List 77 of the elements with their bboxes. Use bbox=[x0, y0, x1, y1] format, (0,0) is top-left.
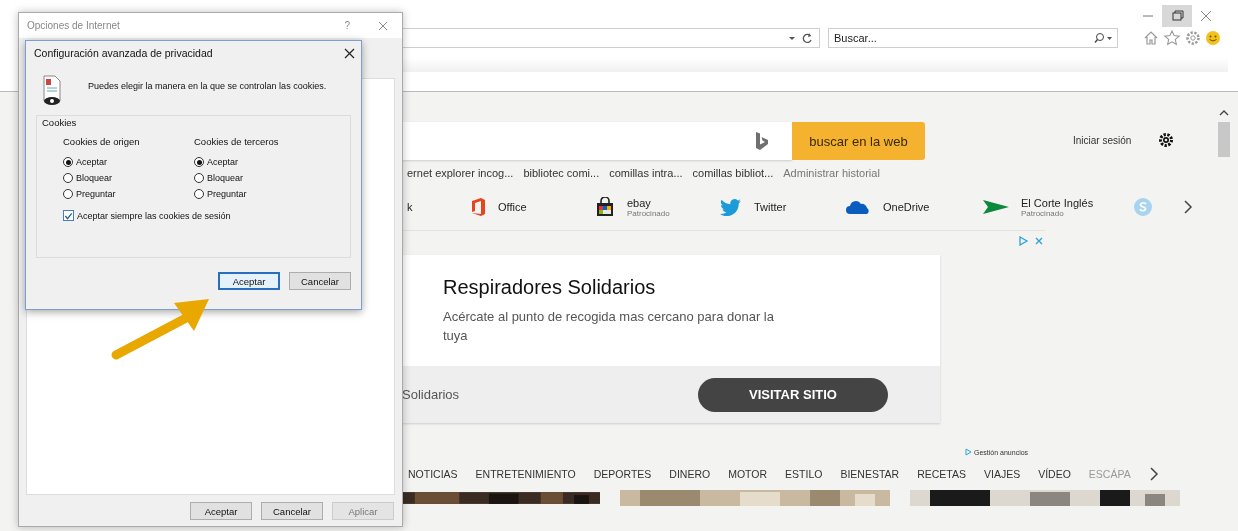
radio-button[interactable] bbox=[194, 189, 204, 199]
bird-icon[interactable] bbox=[720, 198, 742, 216]
radio-label[interactable]: Preguntar bbox=[207, 189, 247, 199]
radio-label[interactable]: Aceptar bbox=[76, 157, 108, 167]
cloud-icon[interactable] bbox=[845, 199, 871, 215]
radio-button[interactable] bbox=[63, 173, 73, 183]
search-field[interactable]: Buscar... bbox=[828, 28, 1118, 48]
ad-title: Respiradores Solidarios bbox=[443, 276, 657, 299]
privacy-document-icon bbox=[40, 75, 64, 107]
home-icon[interactable] bbox=[1142, 29, 1160, 47]
radio-button[interactable] bbox=[194, 157, 204, 167]
dialog-button[interactable]: Aceptar bbox=[218, 272, 280, 290]
history-link[interactable]: ernet explorer incog... bbox=[407, 167, 514, 179]
sponsored-label: Patrocinado bbox=[627, 208, 670, 218]
ad-choices-icon bbox=[965, 448, 972, 456]
search-icon[interactable] bbox=[1093, 32, 1113, 44]
category-tab[interactable]: VÍDEO bbox=[1038, 468, 1071, 480]
sign-in-link[interactable]: Iniciar sesión bbox=[1073, 134, 1132, 146]
office-icon[interactable] bbox=[470, 197, 486, 217]
bing-logo-icon bbox=[754, 131, 770, 151]
sponsored-label: Patrocinado bbox=[1021, 208, 1064, 218]
history-link[interactable]: bibliotec comi... bbox=[523, 167, 600, 179]
history-link[interactable]: comillas bibliot... bbox=[692, 167, 774, 179]
smiley-icon[interactable] bbox=[1205, 30, 1221, 46]
close-icon[interactable] bbox=[344, 47, 355, 59]
ad-text: Acércate al punto de recogida mas cercano para donar la tuya bbox=[443, 308, 775, 345]
category-tab[interactable]: ESTILO bbox=[785, 468, 823, 480]
quick-link[interactable]: Office bbox=[498, 201, 527, 213]
history-link[interactable]: Administrar historial bbox=[783, 167, 880, 179]
group-label: Cookies bbox=[42, 117, 77, 128]
checkbox-label[interactable]: Aceptar siempre las cookies de sesión bbox=[77, 210, 231, 221]
quick-link[interactable]: Twitter bbox=[754, 201, 787, 213]
category-tab[interactable]: VIAJES bbox=[984, 468, 1021, 480]
dialog-button[interactable]: Cancelar bbox=[261, 502, 323, 520]
radio-button[interactable] bbox=[63, 189, 73, 199]
ad-source: Solidarios bbox=[402, 387, 461, 402]
quick-link[interactable]: ebay bbox=[627, 196, 670, 209]
category-tab[interactable]: BIENESTAR bbox=[840, 468, 900, 480]
help-button[interactable]: ? bbox=[344, 20, 350, 31]
settings-icon[interactable] bbox=[1157, 131, 1176, 149]
checkbox[interactable] bbox=[63, 210, 74, 221]
column-heading: Cookies de origen bbox=[63, 136, 141, 147]
chevron-right-icon[interactable] bbox=[1148, 467, 1159, 481]
category-tab[interactable]: NOTICIAS bbox=[408, 468, 458, 480]
ad-choices-icon[interactable] bbox=[1019, 236, 1045, 246]
star-icon[interactable] bbox=[1163, 29, 1181, 47]
search-button[interactable]: buscar en la web bbox=[792, 122, 925, 160]
visit-site-button[interactable]: VISITAR SITIO bbox=[698, 377, 888, 412]
category-tab[interactable]: DINERO bbox=[669, 468, 711, 480]
category-tab[interactable]: RECETAS bbox=[917, 468, 966, 480]
intro-text: Puedes elegir la manera en la que se controlan las cookies. bbox=[88, 80, 327, 93]
scroll-up-icon[interactable] bbox=[1218, 108, 1230, 116]
dropdown-icon[interactable] bbox=[788, 34, 796, 42]
dialog-title: Opciones de Internet bbox=[27, 20, 121, 31]
quick-link[interactable]: OneDrive bbox=[883, 201, 930, 213]
category-tab[interactable]: ENTRETENIMIENTO bbox=[475, 468, 576, 480]
restore-icon[interactable] bbox=[1162, 5, 1192, 27]
history-link[interactable]: comillas intra... bbox=[609, 167, 683, 179]
dialog-button[interactable]: Cancelar bbox=[289, 272, 351, 290]
paper-plane-icon[interactable] bbox=[983, 199, 1009, 215]
radio-label[interactable]: Bloquear bbox=[76, 173, 113, 183]
column-heading: Cookies de terceros bbox=[194, 136, 280, 147]
quick-link[interactable]: El Corte Inglés bbox=[1021, 196, 1094, 209]
radio-label[interactable]: Aceptar bbox=[207, 157, 239, 167]
dialog-title: Configuración avanzada de privacidad bbox=[34, 47, 214, 59]
chevron-right-icon[interactable] bbox=[1183, 200, 1193, 214]
shopping-bag-icon[interactable] bbox=[595, 197, 615, 217]
radio-label[interactable]: Bloquear bbox=[207, 173, 244, 183]
refresh-icon[interactable] bbox=[801, 32, 813, 44]
quick-link[interactable]: k bbox=[407, 201, 413, 213]
category-tab[interactable]: MOTOR bbox=[728, 468, 768, 480]
radio-button[interactable] bbox=[63, 157, 73, 167]
radio-label[interactable]: Preguntar bbox=[76, 189, 116, 199]
radio-button[interactable] bbox=[194, 173, 204, 183]
scrollbar-thumb[interactable] bbox=[1218, 122, 1230, 157]
dialog-button[interactable]: Aceptar bbox=[190, 502, 252, 520]
category-tab[interactable]: DEPORTES bbox=[593, 468, 652, 480]
